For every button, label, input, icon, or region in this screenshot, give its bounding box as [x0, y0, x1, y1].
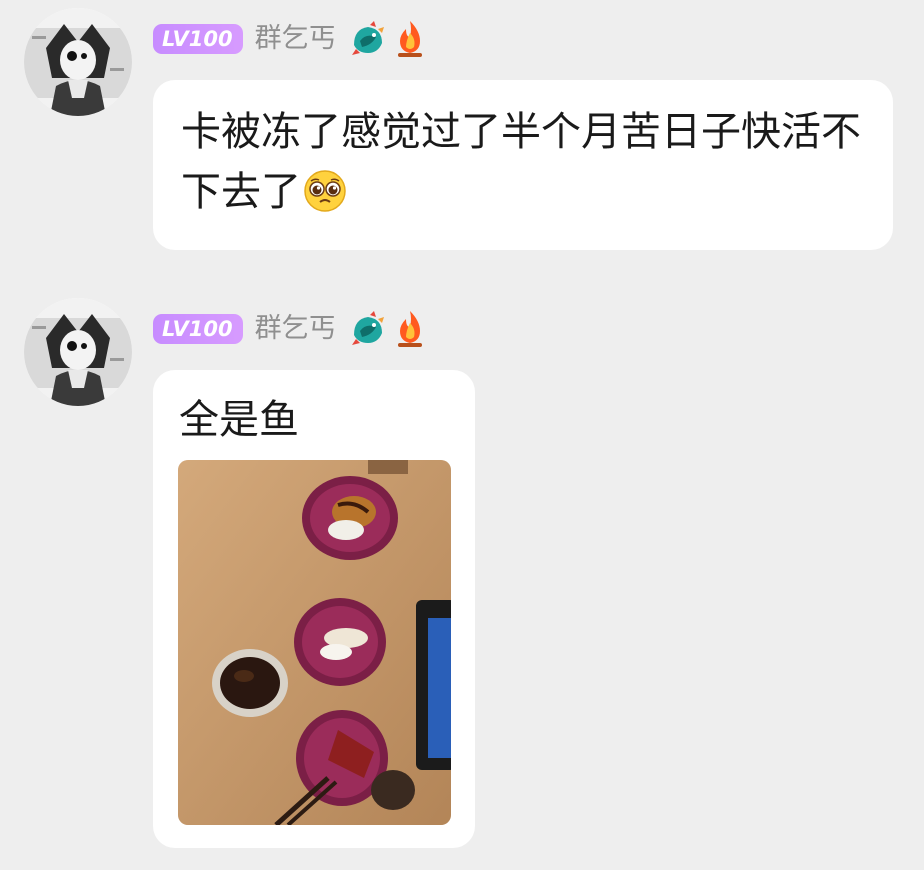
- dragon-medal-icon: [351, 21, 384, 55]
- chat-area: LV100 群乞丐 卡被冻了感觉过了半个月苦日子快活不下去了 LV100 群乞丐…: [0, 0, 924, 870]
- avatar[interactable]: [24, 298, 132, 406]
- message-header: LV100 群乞丐: [153, 21, 428, 57]
- message-bubble[interactable]: 卡被冻了感觉过了半个月苦日子快活不下去了: [153, 80, 893, 250]
- message-bubble[interactable]: 全是鱼: [153, 370, 475, 848]
- dragon-medal-icon: [351, 311, 384, 345]
- chat-message: LV100 群乞丐 全是鱼: [0, 298, 924, 858]
- pleading-face-icon: [304, 170, 346, 212]
- message-header: LV100 群乞丐: [153, 311, 428, 347]
- nickname[interactable]: 群乞丐: [255, 22, 336, 56]
- message-text: 全是鱼: [179, 397, 299, 443]
- nickname[interactable]: 群乞丐: [255, 312, 336, 346]
- sushi-plates-photo[interactable]: [178, 460, 451, 825]
- level-badge: LV100: [153, 314, 243, 344]
- avatar[interactable]: [24, 8, 132, 116]
- fire-medal-icon: [397, 21, 422, 57]
- fire-medal-icon: [397, 311, 422, 347]
- chat-message: LV100 群乞丐 卡被冻了感觉过了半个月苦日子快活不下去了: [0, 8, 924, 258]
- message-text: 卡被冻了感觉过了半个月苦日子快活不下去了: [181, 109, 861, 215]
- level-badge: LV100: [153, 24, 243, 54]
